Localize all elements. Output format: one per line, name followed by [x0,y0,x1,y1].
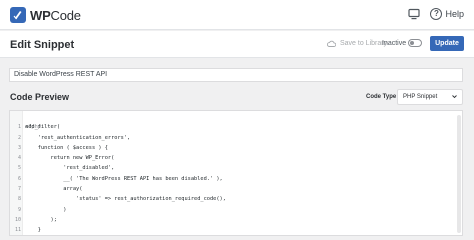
code-header-line: <?php [25,124,41,131]
editor-scrollbar[interactable] [457,115,461,233]
code-editor[interactable]: <?php 1 add_filter( 2 'rest_authentication… [9,110,463,236]
code-text: array( [25,186,83,193]
code-line: 6 __( 'The WordPress REST API has been d… [10,174,462,184]
help-icon: ? [430,8,443,20]
status-label: Inactive [382,40,407,47]
wpcode-logo[interactable]: WPCode [10,7,81,23]
code-text: add_filter( [25,124,61,131]
code-line: 11 } [10,225,462,235]
cloud-icon [327,40,336,47]
code-line: 9 ) [10,205,462,215]
line-number: 9 [17,206,21,213]
top-bar: WPCode ? Help [0,0,474,30]
line-number: 10 [14,216,21,223]
help-link[interactable]: ? Help [430,8,464,20]
snippet-toolbar: Edit Snippet Save to Library Inactive [0,31,474,58]
code-type-value: PHP Snippet [403,94,438,100]
code-preview-heading: Code Preview [10,92,70,102]
code-text: } [25,227,41,234]
code-text: function ( $access ) { [25,144,108,151]
page-title: Edit Snippet [10,39,75,51]
toggle-knob [410,41,414,45]
code-lines: <?php 1 add_filter( 2 'rest_authentication… [10,112,462,235]
code-text: return new WP_Error( [25,155,115,162]
chevron-down-icon [452,95,457,99]
code-type-label: Code Type [366,94,397,100]
line-number: 6 [17,175,21,182]
code-text: 'rest_authentication_errors', [25,134,131,141]
code-line: 3 function ( $access ) { [10,143,462,153]
line-number: 1 [17,124,21,131]
brand-name: WPCode [30,7,81,23]
code-text: __( 'The WordPress REST API has been dis… [25,175,223,182]
line-number: 2 [17,134,21,141]
code-line: 7 array( [10,184,462,194]
code-line: 8 'status' => rest_authorization_require… [10,194,462,204]
code-line: 1 add_filter( [10,122,462,132]
monitor-icon[interactable] [408,8,421,20]
update-button[interactable]: Update [430,36,464,51]
line-number: 4 [17,155,21,162]
snippet-title-input[interactable]: Disable WordPress REST API [9,68,463,82]
code-text: 'status' => rest_authorization_required_… [25,196,226,203]
line-number: 3 [17,144,21,151]
line-number: 8 [17,196,21,203]
code-text: ) [25,206,67,213]
save-to-library-button[interactable]: Save to Library [327,40,387,47]
line-number: 7 [17,186,21,193]
code-text: 'rest_disabled', [25,165,115,172]
active-toggle[interactable] [408,39,422,47]
wpcode-logo-icon [10,7,26,23]
line-number: 11 [14,227,21,234]
code-line: 5 'rest_disabled', [10,163,462,173]
code-line: 10 ); [10,215,462,225]
code-type-select[interactable]: PHP Snippet [397,89,463,105]
code-line: 4 return new WP_Error( [10,153,462,163]
code-text: ); [25,216,57,223]
line-number: 5 [17,165,21,172]
code-line: 2 'rest_authentication_errors', [10,133,462,143]
